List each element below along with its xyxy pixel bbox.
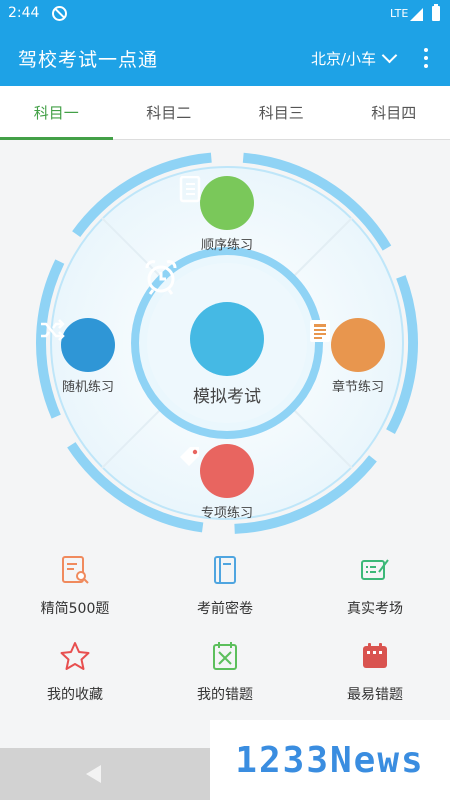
most-error-prone-label: 最易错题 [347,687,403,703]
watermark-text: 1233News [235,739,425,781]
watermark: 1233News [210,720,450,800]
practice-wheel: 顺序练习 随机练习 章节练习 专项练习 模拟考试 [32,148,422,538]
status-bar: 2:44 LTE [0,0,450,28]
book-icon [214,556,236,584]
overflow-menu-icon[interactable] [420,45,432,71]
calendar-icon [363,643,387,668]
topic-practice-label: 专项练习 [200,506,253,521]
shuffle-icon [41,318,115,372]
grid-row: 我的收藏 我的错题 最易错题 [0,634,450,720]
tab-subject-3[interactable]: 科目三 [225,86,338,139]
chapter-practice-button[interactable]: 章节练习 [308,318,408,395]
subject-tabs: 科目一 科目二 科目三 科目四 [0,86,450,140]
topic-practice-button[interactable]: 专项练习 [177,444,277,521]
tag-icon [180,444,254,498]
tab-subject-1[interactable]: 科目一 [0,86,113,140]
function-grid: 精简500题 考前密卷 真实考场 我的收藏 我的错题 最易错题 [0,548,450,720]
notification-icon [52,6,67,21]
chevron-down-icon [381,47,398,63]
star-icon [60,642,90,670]
network-type: LTE [390,7,409,20]
city-select-label: 北京/小车 [311,49,377,68]
sequential-practice-button[interactable]: 顺序练习 [177,176,277,253]
wrong-questions-icon [213,642,237,670]
chapter-document-icon [310,318,385,372]
my-favorites-button[interactable]: 我的收藏 [0,634,150,720]
battery-icon [432,4,440,21]
chapter-practice-label: 章节练习 [331,380,384,395]
search-document-icon [62,556,89,584]
status-time: 2:44 [8,5,40,21]
grid-row: 精简500题 考前密卷 真实考场 [0,548,450,634]
random-practice-button[interactable]: 随机练习 [38,318,138,395]
back-icon[interactable] [86,765,101,783]
mock-exam-button[interactable]: 模拟考试 [142,258,312,428]
app-title: 驾校考试一点通 [18,49,159,71]
tab-subject-2[interactable]: 科目二 [113,86,226,139]
my-wrong-questions-label: 我的错题 [197,687,253,703]
alarm-clock-icon [145,260,264,376]
app-bar: 驾校考试一点通 北京/小车 [0,28,450,86]
exam-edit-icon [361,559,389,580]
most-error-prone-button[interactable]: 最易错题 [300,634,450,720]
mock-exam-label: 模拟考试 [193,387,261,407]
my-favorites-label: 我的收藏 [47,687,103,703]
city-select[interactable]: 北京/小车 [311,47,398,69]
document-list-icon [179,176,254,230]
simplified-500-label: 精简500题 [40,601,110,617]
my-wrong-questions-button[interactable]: 我的错题 [150,634,300,720]
real-exam-room-label: 真实考场 [347,601,403,617]
pre-exam-paper-button[interactable]: 考前密卷 [150,548,300,634]
real-exam-room-button[interactable]: 真实考场 [300,548,450,634]
simplified-500-button[interactable]: 精简500题 [0,548,150,634]
pre-exam-paper-label: 考前密卷 [197,601,253,617]
random-practice-label: 随机练习 [61,380,114,395]
sequential-practice-label: 顺序练习 [200,238,253,253]
tab-subject-4[interactable]: 科目四 [338,86,450,139]
signal-icon [410,8,423,21]
